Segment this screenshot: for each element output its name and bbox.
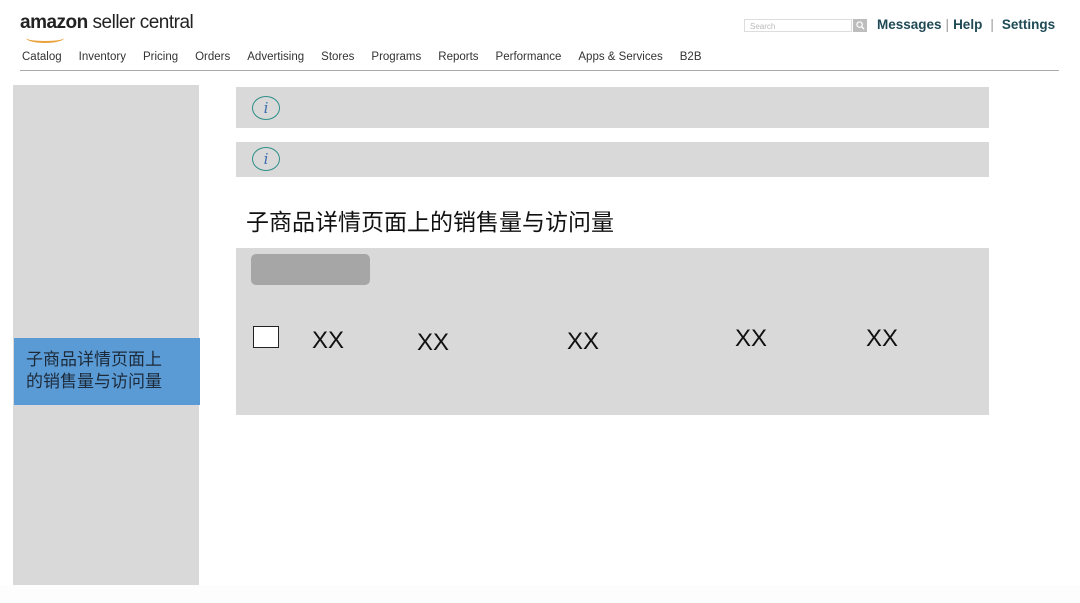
search-button[interactable] xyxy=(853,19,867,32)
logo-brand: amazon xyxy=(20,12,88,33)
nav-divider xyxy=(20,70,1059,71)
page-title: 子商品详情页面上的销售量与访问量 xyxy=(246,210,614,236)
nav-pricing[interactable]: Pricing xyxy=(143,51,178,63)
search-icon xyxy=(855,21,865,30)
nav-reports[interactable]: Reports xyxy=(438,51,478,63)
table-cell: XX xyxy=(735,325,768,352)
main-nav: Catalog Inventory Pricing Orders Adverti… xyxy=(22,51,719,63)
table-cell: XX xyxy=(417,329,450,356)
report-table-panel: XX XX XX XX XX xyxy=(236,248,989,415)
nav-catalog[interactable]: Catalog xyxy=(22,51,62,63)
row-checkbox[interactable] xyxy=(253,326,279,348)
sidebar-item-child-sales-traffic[interactable]: 子商品详情页面上 的销售量与访问量 xyxy=(14,338,200,405)
logo-suffix: seller central xyxy=(87,12,194,33)
nav-stores[interactable]: Stores xyxy=(321,51,354,63)
table-cell: XX xyxy=(312,327,345,354)
action-button[interactable] xyxy=(251,254,370,285)
nav-performance[interactable]: Performance xyxy=(496,51,562,63)
nav-inventory[interactable]: Inventory xyxy=(79,51,126,63)
nav-programs[interactable]: Programs xyxy=(371,51,421,63)
sidebar-item-label-line1: 子商品详情页面上 xyxy=(26,350,162,370)
sidebar xyxy=(13,85,199,585)
search-input[interactable]: Search xyxy=(744,19,852,32)
sidebar-item-label-line2: 的销售量与访问量 xyxy=(26,372,162,392)
help-link[interactable]: Help xyxy=(953,17,982,32)
link-separator: | xyxy=(990,17,994,32)
nav-b2b[interactable]: B2B xyxy=(680,51,702,63)
table-cell: XX xyxy=(866,325,899,352)
link-separator: | xyxy=(945,17,950,32)
header-links: Messages | Help | Settings xyxy=(877,17,1055,32)
page: amazon seller central Search Messages | … xyxy=(0,0,1080,585)
messages-link[interactable]: Messages xyxy=(877,17,942,32)
amazon-seller-central-logo[interactable]: amazon seller central xyxy=(20,12,194,43)
nav-advertising[interactable]: Advertising xyxy=(247,51,304,63)
info-icon[interactable]: i xyxy=(252,147,280,171)
nav-orders[interactable]: Orders xyxy=(195,51,230,63)
amazon-smile-icon xyxy=(26,33,64,43)
nav-apps-services[interactable]: Apps & Services xyxy=(578,51,662,63)
info-icon[interactable]: i xyxy=(252,96,280,120)
table-cell: XX xyxy=(567,328,600,355)
info-banner-1: i xyxy=(236,87,989,128)
settings-link[interactable]: Settings xyxy=(1002,17,1055,32)
info-banner-2: i xyxy=(236,142,989,177)
